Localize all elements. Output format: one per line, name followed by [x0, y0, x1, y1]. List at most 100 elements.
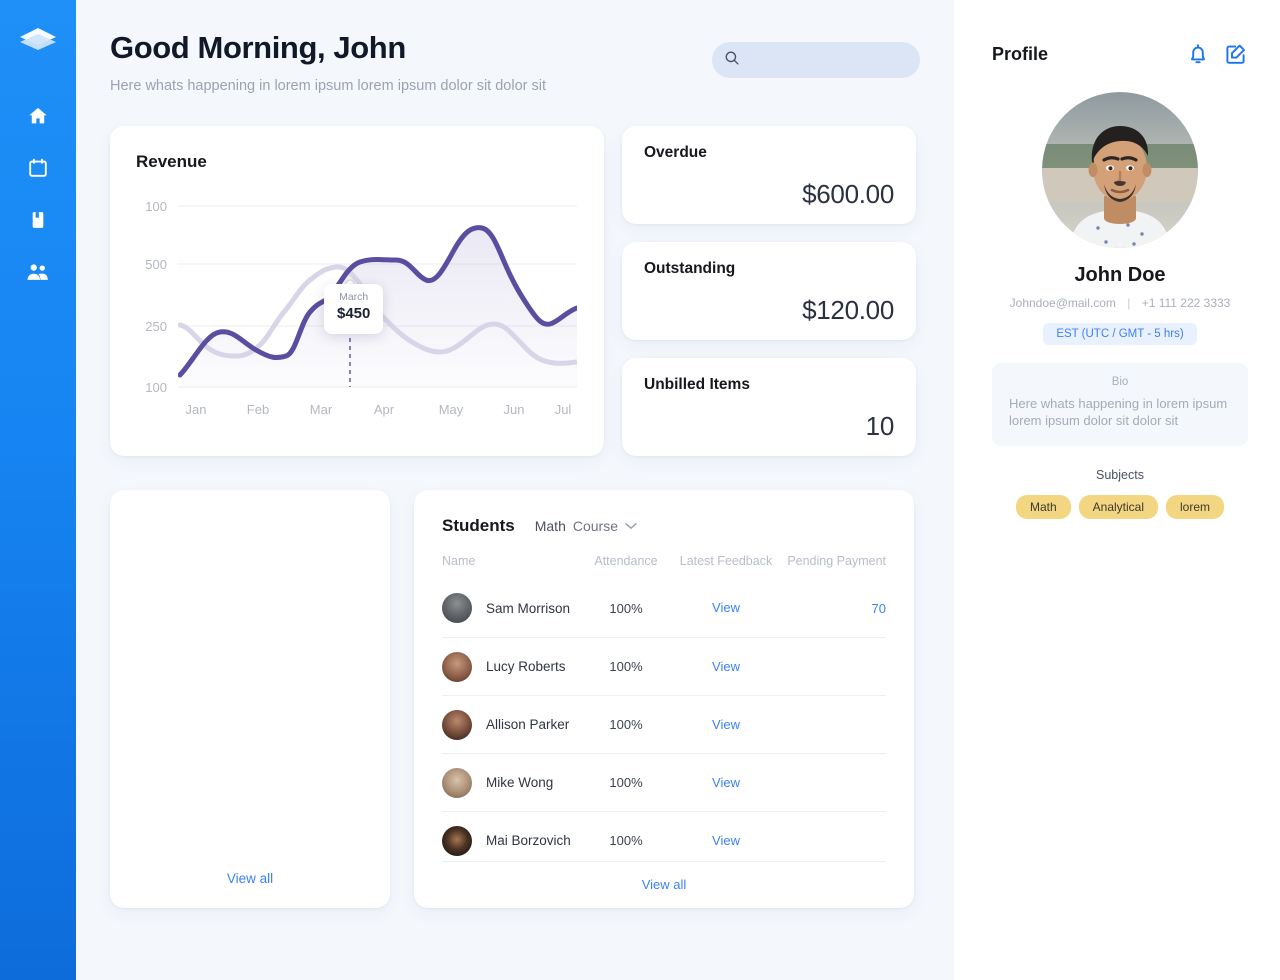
column-header-pending-payment: Pending Payment — [787, 553, 886, 568]
cell-name: Lucy Roberts — [442, 637, 576, 696]
cell-attendance: 100% — [576, 753, 676, 812]
students-table: Name Attendance Latest Feedback Pending … — [442, 554, 886, 870]
svg-text:Jul: Jul — [555, 402, 572, 417]
svg-text:250: 250 — [145, 319, 167, 334]
students-table-body: Sam Morrison 100% View 70 Lucy Roberts 1… — [442, 580, 886, 870]
cell-name: Mike Wong — [442, 753, 576, 812]
page-subtitle: Here whats happening in lorem ipsum lore… — [110, 77, 546, 94]
view-feedback-link[interactable]: View — [712, 659, 740, 674]
chart-y-labels: 100 500 250 100 — [145, 199, 167, 395]
students-footer: View all — [442, 860, 886, 894]
subjects-list: Math Analytical lorem — [992, 494, 1248, 519]
stat-label: Outstanding — [644, 259, 736, 277]
revenue-card: Revenue 100 500 250 100 Jan Feb Mar Apr … — [110, 125, 604, 456]
student-name: Mike Wong — [486, 775, 554, 791]
subject-tag[interactable]: Analytical — [1078, 494, 1159, 519]
svg-text:Mar: Mar — [310, 402, 333, 417]
view-feedback-link[interactable]: View — [712, 833, 740, 848]
student-name: Sam Morrison — [486, 600, 571, 616]
course-filter-subject: Math — [534, 517, 566, 534]
table-row[interactable]: Sam Morrison 100% View 70 — [442, 580, 886, 638]
view-feedback-link[interactable]: View — [712, 775, 740, 790]
course-filter-dropdown[interactable]: Math Course — [535, 517, 637, 535]
stat-value: $120.00 — [802, 294, 894, 325]
home-icon — [27, 105, 49, 127]
cell-name: Allison Parker — [442, 695, 576, 754]
view-feedback-link[interactable]: View — [712, 717, 740, 732]
subject-tag[interactable]: Math — [1015, 494, 1071, 519]
students-title: Students — [442, 515, 515, 535]
sidebar-item-calendar[interactable] — [16, 142, 60, 194]
subject-tag[interactable]: lorem — [1166, 494, 1225, 519]
svg-text:May: May — [439, 402, 464, 417]
empty-card-view-all-link[interactable]: View all — [110, 871, 390, 886]
profile-email[interactable]: Johndoe@mail.com — [1010, 296, 1116, 310]
sidebar-item-students[interactable] — [16, 246, 60, 298]
sidebar-item-home[interactable] — [16, 90, 60, 142]
stat-label: Overdue — [644, 143, 707, 161]
bio-box: Bio Here whats happening in lorem ipsum … — [992, 363, 1248, 446]
stat-value: 10 — [865, 410, 895, 441]
svg-text:Jun: Jun — [504, 402, 525, 417]
avatar — [442, 651, 472, 682]
avatar — [1042, 92, 1198, 248]
stat-card-unbilled-items: Unbilled Items 10 — [622, 357, 916, 456]
stat-card-outstanding: Outstanding $120.00 — [622, 241, 916, 340]
search-input[interactable] — [748, 52, 908, 68]
table-row[interactable]: Mike Wong 100% View — [442, 753, 886, 812]
svg-text:Apr: Apr — [374, 402, 395, 417]
profile-contact: Johndoe@mail.com | +1 111 222 3333 — [992, 296, 1248, 310]
stat-value: $600.00 — [802, 178, 894, 209]
avatar — [442, 593, 472, 624]
stacked-books-logo[interactable] — [16, 22, 60, 56]
student-name: Lucy Roberts — [486, 659, 566, 675]
search-icon — [724, 50, 740, 71]
page-title: Good Morning, John — [110, 30, 406, 65]
svg-text:500: 500 — [145, 257, 167, 272]
contact-separator: | — [1127, 296, 1131, 310]
chart-tooltip: March $450 — [324, 283, 384, 334]
bio-text: Here whats happening in lorem ipsum lore… — [1009, 396, 1228, 429]
cell-attendance: 100% — [576, 637, 676, 696]
main-content: Good Morning, John Here whats happening … — [76, 0, 954, 980]
svg-text:Feb: Feb — [247, 402, 269, 417]
profile-header: Profile — [992, 42, 1248, 66]
students-header: Students Math Course — [442, 516, 886, 536]
students-view-all-link[interactable]: View all — [642, 877, 687, 892]
timezone-wrap: EST (UTC / GMT - 5 hrs) — [992, 323, 1248, 345]
dashboard-app: Good Morning, John Here whats happening … — [0, 0, 1280, 980]
overview-row: Revenue 100 500 250 100 Jan Feb Mar Apr … — [110, 125, 920, 456]
table-header-row: Name Attendance Latest Feedback Pending … — [442, 554, 886, 580]
lower-row: View all Students Math Course Name Atten… — [110, 489, 920, 908]
course-filter-label: Course — [572, 517, 618, 534]
profile-phone[interactable]: +1 111 222 3333 — [1142, 296, 1231, 310]
column-header-attendance: Attendance — [594, 553, 658, 568]
profile-actions — [1186, 42, 1248, 66]
cell-pending-payment[interactable]: 70 — [776, 580, 886, 638]
tooltip-month: March — [339, 290, 369, 303]
cell-feedback: View — [676, 580, 776, 638]
greeting-block: Good Morning, John Here whats happening … — [110, 30, 546, 94]
chevron-down-icon — [625, 517, 637, 535]
cell-attendance: 100% — [576, 695, 676, 754]
edit-square-icon[interactable] — [1224, 42, 1248, 66]
table-row[interactable]: Allison Parker 100% View — [442, 695, 886, 754]
cell-pending-payment — [776, 695, 886, 754]
search-bar[interactable] — [712, 42, 920, 78]
profile-avatar-wrap — [992, 92, 1248, 248]
cell-attendance: 100% — [609, 600, 643, 616]
avatar — [442, 709, 472, 740]
svg-text:100: 100 — [145, 199, 167, 214]
page-header: Good Morning, John Here whats happening … — [110, 30, 920, 94]
table-row[interactable]: Lucy Roberts 100% View — [442, 637, 886, 696]
bio-label: Bio — [1111, 376, 1129, 388]
student-name: Allison Parker — [486, 717, 570, 733]
sidebar-item-book[interactable] — [16, 194, 60, 246]
revenue-chart: 100 500 250 100 Jan Feb Mar Apr May Jun … — [110, 184, 604, 456]
view-feedback-link[interactable]: View — [712, 600, 740, 615]
subjects-label: Subjects — [1096, 467, 1144, 482]
students-table-head: Name Attendance Latest Feedback Pending … — [442, 554, 886, 580]
profile-title: Profile — [992, 43, 1049, 64]
column-header-latest-feedback: Latest Feedback — [679, 553, 773, 568]
bell-icon[interactable] — [1186, 42, 1210, 66]
